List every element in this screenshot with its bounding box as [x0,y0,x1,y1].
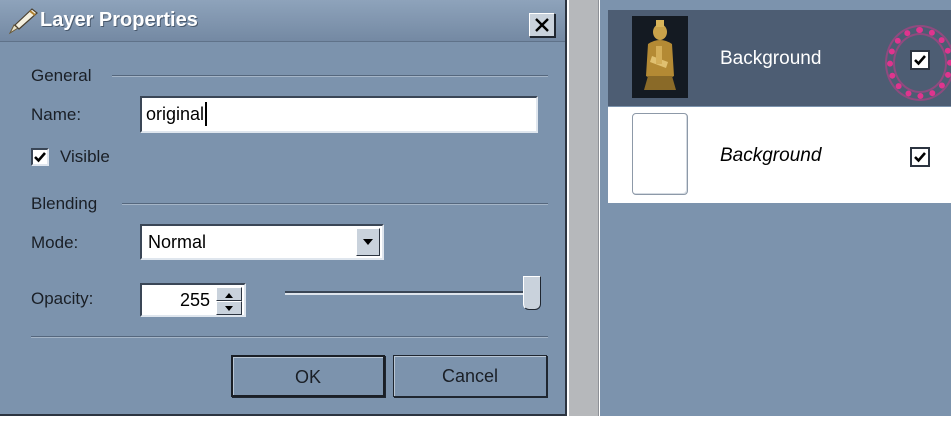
close-icon [535,18,549,32]
name-input-value: original [146,104,205,124]
blending-group-label: Blending [31,194,106,214]
bottom-margin [0,416,951,422]
blend-mode-value: Normal [148,232,207,252]
layer-thumbnail-blank [632,113,688,195]
arrow-up-icon [225,293,233,298]
checkmark-icon [34,152,46,163]
dropdown-button[interactable] [356,228,380,256]
opacity-value: 255 [179,290,210,310]
dialog-titlebar[interactable]: Layer Properties [0,0,565,42]
general-group-label: General [31,66,100,86]
layer-row-background-selected[interactable]: Background [608,10,951,106]
name-label: Name: [31,105,82,124]
opacity-increment-button[interactable] [216,287,242,301]
panel-divider [569,0,599,416]
opacity-decrement-button[interactable] [216,301,242,315]
opacity-slider-thumb[interactable] [523,276,541,310]
layer-properties-dialog: Layer Properties General Name: original … [0,0,567,416]
layers-panel: Background Background [600,0,951,416]
layer-thumbnail-statue [632,16,688,98]
close-button[interactable] [529,13,555,37]
text-caret [205,102,207,126]
chevron-down-icon [363,239,373,245]
opacity-slider-track[interactable] [285,291,541,295]
ok-button[interactable]: OK [231,355,385,397]
opacity-label: Opacity: [31,289,94,308]
layer-name: Background [720,145,822,166]
general-group-line [112,75,548,77]
layer-visibility-checkbox[interactable] [910,147,930,167]
visible-label[interactable]: Visible [60,147,110,167]
layer-row-background[interactable]: Background [608,107,951,203]
mode-label: Mode: [31,233,79,252]
blend-mode-select[interactable]: Normal [140,224,384,260]
brush-icon [6,6,40,36]
arrow-down-icon [225,306,233,311]
cancel-button[interactable]: Cancel [393,355,547,397]
opacity-spinner[interactable]: 255 [140,283,246,317]
button-separator [31,336,548,338]
visible-checkbox[interactable] [31,148,49,166]
dialog-title: Layer Properties [40,9,198,31]
blending-group-line [122,203,548,205]
highlight-circle-annotation [887,27,951,99]
checkmark-icon [914,152,926,163]
layer-name: Background [720,48,822,69]
